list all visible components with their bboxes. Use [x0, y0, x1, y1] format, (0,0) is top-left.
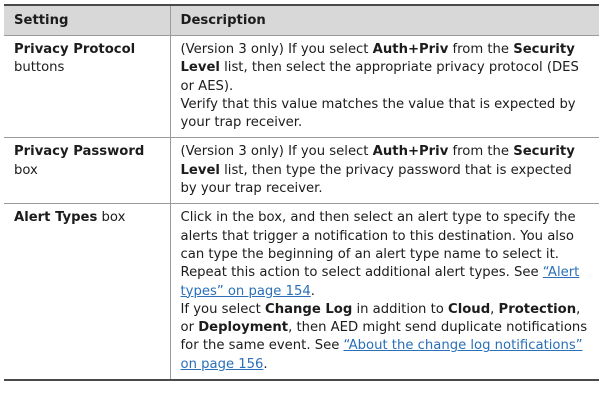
header-description: Description [169, 4, 599, 36]
text: If you select [180, 301, 266, 317]
description-paragraph: If you select Change Log in addition to … [181, 301, 592, 374]
bold-term: Change Log [265, 301, 353, 317]
text: (Version 3 only) If you select [180, 144, 373, 160]
bold-term: Cloud [448, 301, 491, 317]
description-cell: (Version 3 only) If you select Auth+Priv… [169, 35, 599, 139]
table-row: Alert Types box Click in the box, and th… [4, 203, 599, 382]
description-paragraph: (Version 3 only) If you select Auth+Priv… [181, 41, 592, 96]
setting-type: buttons [14, 60, 65, 76]
text: list, then type the privacy password tha… [180, 162, 572, 197]
text: . [263, 356, 268, 372]
setting-type: box [14, 162, 38, 178]
description-paragraph: Click in the box, and then select an ale… [181, 209, 592, 300]
text: from the [448, 42, 514, 57]
bold-term: Protection [498, 301, 577, 317]
text: . [310, 283, 315, 299]
description-paragraph: (Version 3 only) If you select Auth+Priv… [181, 143, 592, 198]
description-paragraph: Verify that this value matches the value… [180, 96, 576, 131]
text: list, then select the appropriate privac… [180, 60, 579, 94]
text: from the [448, 144, 514, 160]
setting-cell: Privacy Password box [4, 137, 170, 205]
bold-term: Deployment [198, 320, 289, 336]
text: in addition to [352, 301, 449, 317]
description-cell: (Version 3 only) If you select Auth+Priv… [169, 137, 599, 205]
setting-type: box [97, 210, 126, 226]
setting-name: Alert Types [14, 210, 98, 226]
setting-cell: Privacy Protocol buttons [4, 35, 170, 139]
setting-name: Privacy Protocol [14, 42, 136, 57]
setting-name: Privacy Password [14, 144, 145, 160]
table-header-row: Setting Description [4, 4, 599, 36]
table-row: Privacy Protocol buttons (Version 3 only)… [4, 35, 599, 139]
settings-table: Setting Description Privacy Protocol butt… [4, 4, 599, 382]
text: Click in the box, and then select an ale… [180, 210, 576, 281]
text: (Version 3 only) If you select [180, 42, 373, 57]
text: , [490, 301, 499, 317]
setting-cell: Alert Types box [4, 203, 170, 382]
table-row: Privacy Password box (Version 3 only) If … [4, 137, 599, 205]
bold-term: Auth+Priv [372, 42, 449, 57]
header-setting: Setting [4, 4, 170, 36]
description-cell: Click in the box, and then select an ale… [169, 203, 599, 382]
bold-term: Auth+Priv [372, 144, 449, 160]
